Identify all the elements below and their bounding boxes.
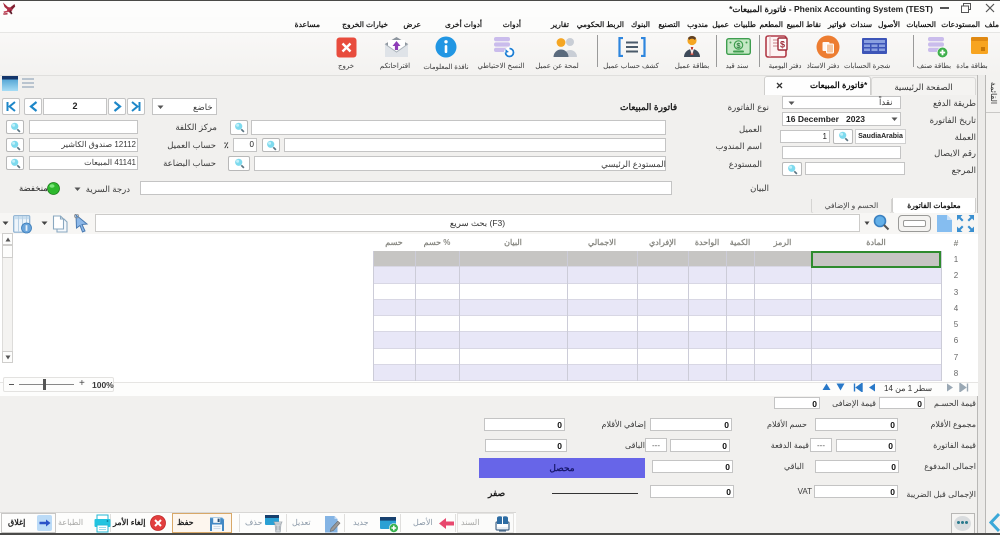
svg-text:$: $: [780, 40, 785, 50]
